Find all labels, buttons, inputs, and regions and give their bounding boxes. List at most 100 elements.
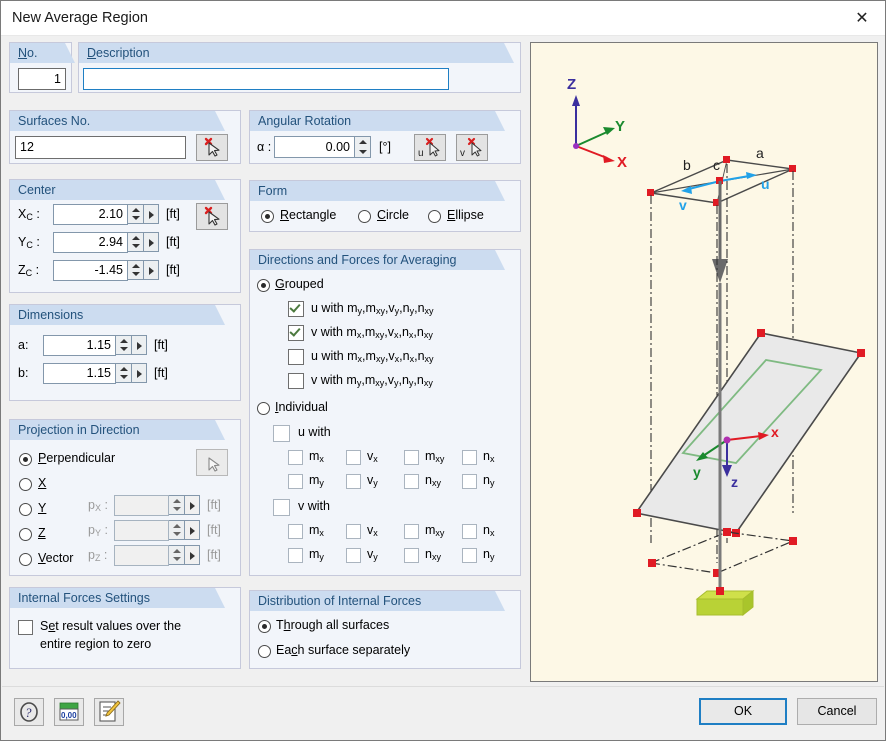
checkbox-u-nx[interactable] bbox=[462, 450, 477, 465]
angular-input[interactable]: 0.00 bbox=[274, 136, 355, 158]
units-icon[interactable]: 0,00 bbox=[54, 698, 84, 726]
center-y-input[interactable]: 2.94 bbox=[53, 232, 128, 253]
angular-spinner[interactable] bbox=[355, 136, 371, 158]
pz-spinner[interactable] bbox=[169, 545, 185, 565]
label-zero-region-line2: entire region to zero bbox=[40, 637, 151, 651]
pz-more-button[interactable] bbox=[185, 545, 200, 565]
pick-projection-glyph bbox=[197, 450, 227, 475]
edit-comment-icon[interactable] bbox=[94, 698, 124, 726]
checkbox-u-mxy[interactable] bbox=[404, 450, 419, 465]
radio-through-all-surfaces[interactable] bbox=[258, 620, 271, 633]
close-icon[interactable]: ✕ bbox=[839, 2, 885, 35]
pick-rotation-u-icon[interactable]: u bbox=[414, 134, 446, 161]
checkbox-u-mx[interactable] bbox=[288, 450, 303, 465]
center-z-label: ZC : bbox=[18, 263, 39, 278]
checkbox-u-with[interactable] bbox=[273, 425, 290, 442]
group-no-header: No. bbox=[10, 43, 65, 63]
checkbox-u-ny[interactable] bbox=[462, 474, 477, 489]
dimension-a-input[interactable]: 1.15 bbox=[43, 335, 116, 356]
group-center-body: XC : 2.10 [ft] YC : 2.94 [ft] ZC : -1.45… bbox=[10, 200, 240, 292]
dimension-b-spinner[interactable] bbox=[116, 363, 132, 383]
radio-individual[interactable] bbox=[257, 402, 270, 415]
label-py: pY : bbox=[88, 523, 108, 538]
description-input[interactable] bbox=[83, 68, 449, 90]
radio-projection-y[interactable] bbox=[19, 503, 32, 516]
py-input[interactable] bbox=[114, 520, 169, 541]
radio-form-rectangle[interactable] bbox=[261, 210, 274, 223]
dimension-b-label: b: bbox=[18, 366, 28, 380]
surfaces-no-input[interactable]: 12 bbox=[15, 136, 186, 159]
checkbox-v-nx[interactable] bbox=[462, 524, 477, 539]
center-z-spinner[interactable] bbox=[128, 260, 144, 280]
pick-projection-icon[interactable] bbox=[196, 449, 228, 476]
graphics-preview-panel[interactable]: Z Y X a b c u bbox=[530, 42, 878, 682]
label-v-vx: vx bbox=[367, 523, 378, 538]
center-z-more-button[interactable] bbox=[144, 260, 159, 280]
checkbox-v-mx[interactable] bbox=[288, 524, 303, 539]
checkbox-v-my[interactable] bbox=[288, 548, 303, 563]
center-z-input[interactable]: -1.45 bbox=[53, 260, 128, 281]
group-center-header: Center bbox=[10, 180, 215, 200]
checkbox-v-vx[interactable] bbox=[346, 524, 361, 539]
checkbox-u-vx[interactable] bbox=[346, 450, 361, 465]
svg-text:v: v bbox=[679, 197, 687, 213]
checkbox-grouped-0[interactable] bbox=[288, 301, 304, 317]
checkbox-grouped-2[interactable] bbox=[288, 349, 304, 365]
radio-projection-vector[interactable] bbox=[19, 553, 32, 566]
dimension-b-more-button[interactable] bbox=[132, 363, 147, 383]
center-x-more-button[interactable] bbox=[144, 204, 159, 224]
pick-rotation-v-icon[interactable]: v bbox=[456, 134, 488, 161]
label-u-mxy: mxy bbox=[425, 449, 444, 464]
group-directions-averaging-body: Grouped u with my,mxy,vy,ny,nxy v with m… bbox=[250, 270, 520, 575]
pick-surfaces-icon[interactable] bbox=[196, 134, 228, 161]
center-x-spinner[interactable] bbox=[128, 204, 144, 224]
px-more-button[interactable] bbox=[185, 495, 200, 515]
checkbox-v-mxy[interactable] bbox=[404, 524, 419, 539]
projected-region-outline bbox=[651, 532, 793, 573]
dimension-a-more-button[interactable] bbox=[132, 335, 147, 355]
group-distribution-header: Distribution of Internal Forces bbox=[250, 591, 495, 611]
checkbox-v-ny[interactable] bbox=[462, 548, 477, 563]
checkbox-zero-region[interactable] bbox=[18, 620, 33, 635]
ok-button[interactable]: OK bbox=[699, 698, 787, 725]
checkbox-v-with[interactable] bbox=[273, 499, 290, 516]
checkbox-grouped-3[interactable] bbox=[288, 373, 304, 389]
radio-form-ellipse[interactable] bbox=[428, 210, 441, 223]
center-y-more-button[interactable] bbox=[144, 232, 159, 252]
px-spinner[interactable] bbox=[169, 495, 185, 515]
label-grouped: Grouped bbox=[275, 277, 324, 291]
cancel-button[interactable]: Cancel bbox=[797, 698, 877, 725]
checkbox-v-vy[interactable] bbox=[346, 548, 361, 563]
dimension-a-spinner[interactable] bbox=[116, 335, 132, 355]
radio-projection-perpendicular[interactable] bbox=[19, 453, 32, 466]
group-description-header: Description bbox=[79, 43, 504, 63]
px-input[interactable] bbox=[114, 495, 169, 516]
label-u-my: my bbox=[309, 473, 324, 488]
node-marker bbox=[789, 537, 797, 545]
pick-center-icon[interactable] bbox=[196, 203, 228, 230]
label-v-nxy: nxy bbox=[425, 547, 441, 562]
help-icon[interactable]: ? bbox=[14, 698, 44, 726]
label-v-my: my bbox=[309, 547, 324, 562]
radio-projection-z[interactable] bbox=[19, 528, 32, 541]
center-x-input[interactable]: 2.10 bbox=[53, 204, 128, 225]
radio-form-circle[interactable] bbox=[358, 210, 371, 223]
label-v-ny: ny bbox=[483, 547, 494, 562]
checkbox-u-my[interactable] bbox=[288, 474, 303, 489]
title-bar: New Average Region ✕ bbox=[1, 1, 885, 36]
dimension-b-input[interactable]: 1.15 bbox=[43, 363, 116, 384]
checkbox-u-vy[interactable] bbox=[346, 474, 361, 489]
pz-input[interactable] bbox=[114, 545, 169, 566]
py-more-button[interactable] bbox=[185, 520, 200, 540]
radio-each-surface-separately[interactable] bbox=[258, 645, 271, 658]
pick-center-glyph bbox=[197, 204, 227, 229]
checkbox-u-nxy[interactable] bbox=[404, 474, 419, 489]
checkbox-grouped-1[interactable] bbox=[288, 325, 304, 341]
center-y-spinner[interactable] bbox=[128, 232, 144, 252]
label-u-mx: mx bbox=[309, 449, 324, 464]
radio-projection-x[interactable] bbox=[19, 478, 32, 491]
checkbox-v-nxy[interactable] bbox=[404, 548, 419, 563]
radio-grouped[interactable] bbox=[257, 279, 270, 292]
no-input[interactable]: 1 bbox=[18, 68, 66, 90]
py-spinner[interactable] bbox=[169, 520, 185, 540]
